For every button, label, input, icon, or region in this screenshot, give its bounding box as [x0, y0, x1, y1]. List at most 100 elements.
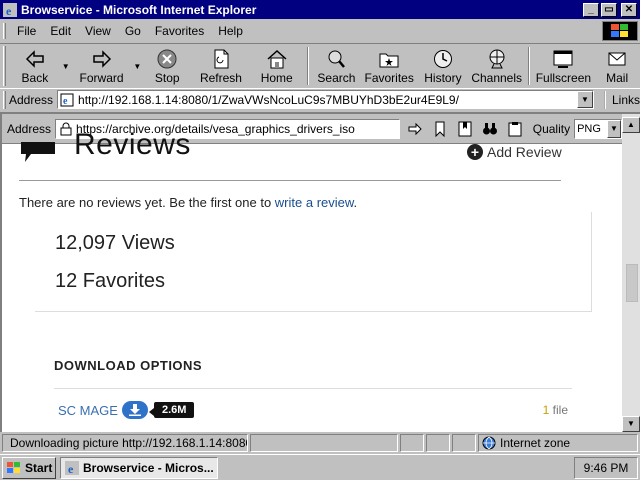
back-dropdown[interactable]: ▼ [61, 44, 71, 71]
menu-help[interactable]: Help [211, 24, 250, 38]
menu-edit[interactable]: Edit [43, 24, 78, 38]
taskbar-window-label: Browservice - Micros... [83, 460, 214, 475]
history-label: History [424, 71, 462, 85]
status-cell [400, 434, 424, 452]
search-label: Search [317, 71, 356, 85]
favorites-button[interactable]: Favorites [361, 44, 417, 88]
add-review-label: Add Review [487, 144, 562, 160]
system-tray: 9:46 PM [574, 457, 638, 479]
download-options-heading: DOWNLOAD OPTIONS [54, 358, 203, 373]
links-button[interactable]: Links [603, 90, 640, 109]
svg-text:e: e [63, 96, 68, 107]
item-stats-box: 12,097 Views 12 Favorites [35, 212, 592, 312]
toolbar-separator [306, 47, 309, 85]
menu-bar: File Edit View Go Favorites Help [0, 20, 640, 42]
mail-button[interactable]: Mail [594, 44, 640, 88]
scroll-up-arrow-icon[interactable]: ▲ [622, 117, 640, 133]
download-size-tooltip: 2.6M [148, 402, 195, 418]
find-button[interactable] [480, 119, 500, 139]
maximize-button[interactable]: ▭ [601, 2, 617, 17]
svg-text:e: e [6, 4, 12, 17]
file-count-suffix: file [549, 403, 568, 417]
scroll-down-arrow-icon[interactable]: ▼ [622, 416, 640, 432]
go-button[interactable] [405, 119, 425, 139]
download-file-count[interactable]: 1 file [543, 403, 568, 417]
menu-grip[interactable] [3, 23, 6, 39]
quality-dropdown-icon[interactable]: ▼ [606, 119, 621, 138]
home-icon [267, 49, 287, 69]
address-grip[interactable] [3, 90, 6, 109]
back-button[interactable]: Back [9, 44, 61, 88]
menu-view[interactable]: View [78, 24, 118, 38]
window-titlebar: e Browservice - Microsoft Internet Explo… [0, 0, 640, 19]
quality-value: PNG [577, 122, 601, 135]
bookmark-button[interactable] [430, 119, 450, 139]
back-arrow-icon [25, 50, 44, 68]
home-button[interactable]: Home [250, 44, 304, 88]
stop-icon [157, 49, 177, 69]
menu-go[interactable]: Go [118, 24, 148, 38]
bookmarks-icon [458, 121, 472, 136]
fullscreen-button[interactable]: Fullscreen [533, 44, 595, 88]
no-reviews-prefix: There are no reviews yet. Be the first o… [19, 195, 275, 210]
fullscreen-label: Fullscreen [535, 71, 592, 85]
download-divider [54, 388, 572, 389]
fullscreen-icon [553, 50, 573, 68]
mail-label: Mail [606, 71, 629, 85]
add-review-button[interactable]: + Add Review [467, 144, 562, 160]
clipboard-button[interactable] [505, 119, 525, 139]
channels-button[interactable]: Channels [469, 44, 525, 88]
svg-text:e: e [68, 462, 74, 475]
stop-label: Stop [154, 71, 180, 85]
status-zone: Internet zone [500, 436, 571, 450]
scroll-thumb[interactable] [626, 264, 638, 302]
taskbar-window-button[interactable]: e Browservice - Micros... [60, 456, 218, 479]
favorites-count: 12 Favorites [55, 270, 166, 292]
plus-circle-icon: + [467, 144, 483, 160]
minimize-button[interactable]: _ [583, 2, 599, 17]
bookmark-icon [435, 121, 445, 137]
refresh-button[interactable]: Refresh [192, 44, 250, 88]
no-reviews-text: There are no reviews yet. Be the first o… [19, 195, 357, 210]
favorites-folder-icon [379, 53, 399, 68]
menu-favorites[interactable]: Favorites [148, 24, 211, 38]
reviews-speech-bubble-icon [21, 142, 55, 162]
history-icon [433, 50, 452, 68]
stop-button[interactable]: Stop [142, 44, 192, 88]
ie-task-icon: e [65, 460, 79, 475]
quality-label: Quality [532, 121, 571, 136]
toolbar-separator [527, 47, 530, 85]
start-label: Start [25, 460, 53, 475]
bookmarks-list-button[interactable] [455, 119, 475, 139]
status-text-cell: e Downloading picture http://192.168.1.1… [2, 434, 248, 452]
no-reviews-suffix: . [353, 195, 358, 210]
history-button[interactable]: History [417, 44, 469, 88]
start-button[interactable]: Start [2, 456, 56, 479]
toolbar-grip[interactable] [3, 46, 6, 86]
close-button[interactable]: ✕ [621, 2, 637, 17]
download-icon[interactable] [121, 401, 148, 419]
address-url: http://192.168.1.14:8080/1/ZwaVWsNcoLuC9… [78, 92, 459, 107]
write-review-link[interactable]: write a review [275, 195, 354, 210]
quality-select[interactable]: PNG ▼ [574, 118, 622, 139]
download-format-link[interactable]: SC MAGE [58, 403, 118, 418]
channels-label: Channels [471, 71, 523, 85]
menu-file[interactable]: File [10, 24, 43, 38]
address-dropdown-button[interactable]: ▼ [576, 91, 593, 108]
browser-content: Address https://archive.org/details/vesa… [0, 112, 640, 432]
address-bar: Address e http://192.168.1.14:8080/1/Zwa… [0, 88, 640, 110]
status-bar: e Downloading picture http://192.168.1.1… [0, 433, 640, 453]
vertical-scrollbar[interactable]: ▲ ▼ [622, 114, 640, 432]
windows-logo-icon [602, 21, 638, 41]
windows-start-icon [7, 461, 20, 473]
search-button[interactable]: Search [312, 44, 362, 88]
forward-dropdown[interactable]: ▼ [132, 44, 142, 71]
forward-button[interactable]: Forward [71, 44, 133, 88]
refresh-label: Refresh [199, 71, 242, 85]
inner-address-label: Address [7, 121, 52, 136]
binoculars-icon [482, 122, 497, 134]
status-cell [452, 434, 476, 452]
clock[interactable]: 9:46 PM [584, 461, 629, 475]
address-input[interactable]: e http://192.168.1.14:8080/1/ZwaVWsNcoLu… [57, 90, 594, 109]
forward-label: Forward [79, 71, 124, 85]
